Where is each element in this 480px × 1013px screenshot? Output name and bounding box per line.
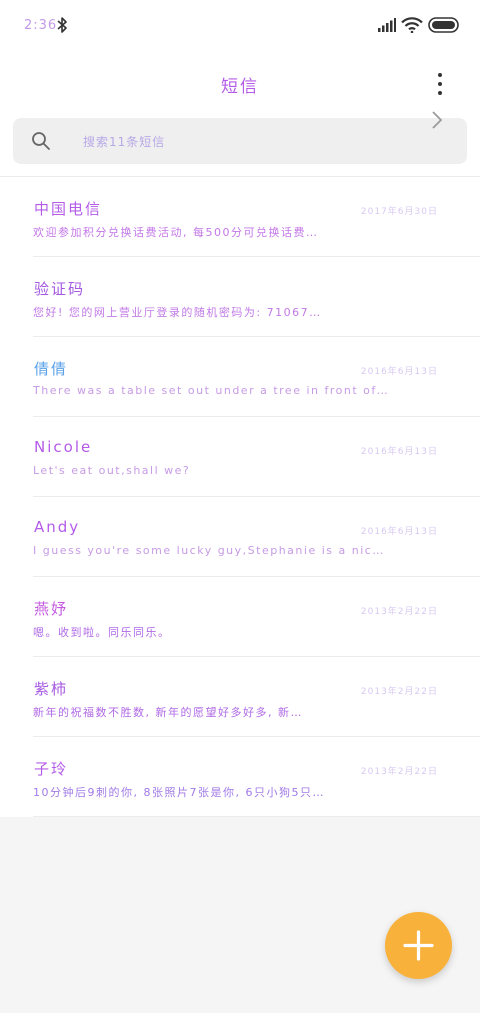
wifi-icon [401,17,423,33]
list-item[interactable]: Andy 2016年6月13日 I guess you're some luck… [0,497,480,577]
message-date: 2013年2月22日 [360,687,438,697]
page-title: 短信 [221,77,259,97]
contact-name: Nicole [34,438,93,456]
list-item[interactable]: 中国电信 2017年6月30日 欢迎参加积分兑换话费活动, 每500分可兑换话费… [0,177,480,257]
bluetooth-icon [57,17,67,33]
message-preview: There was a table set out under a tree i… [33,384,390,397]
message-preview: 新年的祝福数不胜数, 新年的愿望好多好多, 新… [33,706,303,719]
message-preview: 10分钟后9刺的你, 8张照片7张是你, 6只小狗5只… [33,786,325,799]
search-icon [32,132,50,150]
message-list: 中国电信 2017年6月30日 欢迎参加积分兑换话费活动, 每500分可兑换话费… [0,177,480,817]
message-date: 2016年6月13日 [360,447,438,457]
app-header: 短信 [0,60,480,108]
message-date: 2016年6月13日 [360,367,438,377]
battery-icon [428,17,459,33]
contact-name: 燕妤 [34,600,69,618]
status-bar: 2:36 [0,0,480,52]
message-preview: I guess you're some lucky guy,Stephanie … [33,544,385,557]
message-date: 2017年6月30日 [360,207,438,217]
plus-icon [403,930,434,961]
message-preview: 欢迎参加积分兑换话费活动, 每500分可兑换话费… [33,226,319,239]
message-preview: Let's eat out,shall we? [33,464,191,477]
contact-name: 子玲 [34,760,69,778]
more-options-button[interactable] [428,70,452,98]
contact-name: 紫柿 [34,680,69,698]
message-date: 2016年6月13日 [360,527,438,537]
new-message-button[interactable] [385,912,452,979]
contact-name: Andy [34,518,81,536]
contact-name: 倩倩 [34,360,69,378]
chevron-right-icon[interactable] [430,110,444,130]
list-item[interactable]: 子玲 2013年2月22日 10分钟后9刺的你, 8张照片7张是你, 6只小狗5… [0,737,480,817]
list-item[interactable]: 燕妤 2013年2月22日 嗯。收到啦。同乐同乐。 [0,577,480,657]
list-item[interactable]: 验证码 您好! 您的网上营业厅登录的随机密码为: 71067… [0,257,480,337]
contact-name: 验证码 [34,280,86,298]
message-date: 2013年2月22日 [360,607,438,617]
more-vertical-icon [428,73,452,95]
list-item[interactable]: 倩倩 2016年6月13日 There was a table set out … [0,337,480,417]
search-placeholder: 搜索11条短信 [83,135,166,149]
list-item[interactable]: 紫柿 2013年2月22日 新年的祝福数不胜数, 新年的愿望好多好多, 新… [0,657,480,737]
contact-name: 中国电信 [34,200,103,218]
list-item[interactable]: Nicole 2016年6月13日 Let's eat out,shall we… [0,417,480,497]
signal-icon [378,18,396,32]
message-preview: 您好! 您的网上营业厅登录的随机密码为: 71067… [33,306,322,319]
search-input[interactable]: 搜索11条短信 [13,118,467,164]
message-date: 2013年2月22日 [360,767,438,777]
message-preview: 嗯。收到啦。同乐同乐。 [33,626,171,639]
divider [33,816,480,817]
status-time: 2:36 [24,18,58,33]
